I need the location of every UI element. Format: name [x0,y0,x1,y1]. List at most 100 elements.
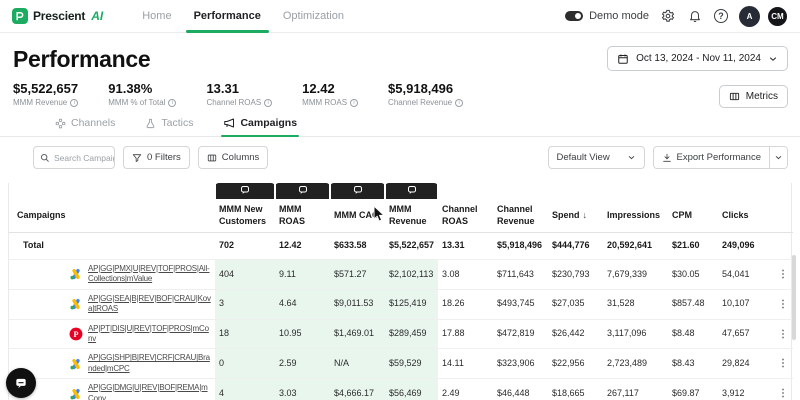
total-cell: $444,776 [552,240,590,251]
total-cell: 12.42 [279,240,302,251]
col-impressions[interactable]: Impressions [603,199,668,234]
cell: 54,041 [718,259,773,290]
export-options-chevron[interactable] [769,147,787,168]
demo-mode-toggle[interactable] [565,11,584,21]
google-ads-icon [69,387,83,400]
cell: 29,824 [718,348,773,379]
settings-gear-icon[interactable] [660,8,676,24]
nav-optimization[interactable]: Optimization [272,0,355,33]
cell: $22,956 [548,348,603,379]
date-range-value: Oct 13, 2024 - Nov 11, 2024 [636,53,761,64]
columns-icon [207,153,217,163]
kpi-label: MMM ROAS [302,98,348,107]
columns-button[interactable]: Columns [197,146,269,169]
mmm-header-bands [9,183,793,199]
col-spend[interactable]: Spend ↓ [548,199,603,234]
tactics-flask-icon [145,118,156,129]
top-nav-actions: Demo mode ? A CM [565,5,788,27]
campaign-link[interactable]: AP|GG|SEA|B|REV|BOF|CRAU|Kova|tROAS [88,294,211,315]
cell: 267,117 [603,378,668,400]
col-channel-revenue[interactable]: Channel Revenue [493,199,548,234]
kpi-label: Channel Revenue [388,98,453,107]
cell: $2,102,113 [385,259,438,290]
filters-button[interactable]: 0 Filters [123,146,190,169]
cell: $46,448 [493,378,548,400]
total-label: Total [23,240,44,251]
cell: 3,117,096 [603,318,668,349]
cell: $289,459 [385,318,438,349]
cell: $59,529 [385,348,438,379]
tab-campaigns[interactable]: Campaigns [221,117,299,137]
date-range-picker[interactable]: Oct 13, 2024 - Nov 11, 2024 [607,46,788,71]
total-cell: $5,522,657 [389,240,435,251]
kpi-value: 13.31 [206,81,239,96]
kpi-value: 12.42 [302,81,335,96]
search-input[interactable] [54,152,114,163]
sort-desc-icon: ↓ [582,209,588,220]
kpi-channel-roas: 13.31 Channel ROAS i [206,81,273,107]
main-nav: Home Performance Optimization [131,0,355,33]
nav-performance[interactable]: Performance [183,0,272,33]
col-mmm-roas[interactable]: MMM ROAS [275,199,330,234]
table-row: P AP|PT|DIS|U|REV|TOF|PROS|mConv 18 10.9… [9,318,794,349]
row-menu-icon[interactable]: ⋮ [778,329,788,340]
table-row: AP|GG|PMX|U|REV|TOF|PROS|All-Collections… [9,259,794,290]
mmm-band-icon [384,183,439,199]
total-cell: 702 [219,240,235,251]
info-icon[interactable]: i [350,98,359,107]
search-campaigns-box[interactable] [33,146,115,169]
metrics-button[interactable]: Metrics [718,85,788,108]
row-menu-icon[interactable]: ⋮ [778,388,788,399]
export-performance-button[interactable]: Export Performance [653,147,769,168]
notifications-bell-icon[interactable] [687,8,703,24]
campaign-link[interactable]: AP|PT|DIS|U|REV|TOF|PROS|mConv [88,324,211,345]
info-icon[interactable]: i [70,98,79,107]
row-menu-icon[interactable]: ⋮ [778,269,788,280]
vertical-scrollbar[interactable] [792,255,796,340]
campaign-link[interactable]: AP|GG|SHP|B|REV|CRF|CRAU|Branded|mCPC [88,353,211,374]
chevron-down-icon [627,153,636,162]
chat-widget[interactable] [6,368,36,398]
info-icon[interactable]: i [168,98,177,107]
row-menu-icon[interactable]: ⋮ [778,358,788,369]
performance-dashboard: Prescient AI Home Performance Optimizatio… [0,0,800,400]
cell: 47,657 [718,318,773,349]
cell: 18.26 [438,288,493,320]
row-menu-icon[interactable]: ⋮ [778,299,788,310]
col-mmm-revenue[interactable]: MMM Revenue [385,199,438,234]
col-mmm-new-customers[interactable]: MMM New Customers [215,199,275,234]
cell: $9,011.53 [330,288,385,320]
info-icon[interactable]: i [455,98,464,107]
cell: 3.08 [438,259,493,290]
tab-tactics[interactable]: Tactics [145,117,193,136]
cell: $8.48 [668,318,718,349]
cell: 3 [215,288,275,320]
col-channel-roas[interactable]: Channel ROAS [438,199,493,234]
col-cpm[interactable]: CPM [668,199,718,234]
kpi-label: MMM Revenue [13,98,68,107]
cell: $69.87 [668,378,718,400]
cell: $26,442 [548,318,603,349]
total-cell: $633.58 [334,240,367,251]
search-icon [40,153,50,163]
kpi-channel-revenue: $5,918,496 Channel Revenue i [388,81,464,107]
cell: 14.11 [438,348,493,379]
col-mmm-cac[interactable]: MMM CAC [330,199,385,234]
campaign-link[interactable]: AP|GG|DMG|U|REV|BOF|REMA|mConv [88,383,211,400]
pinterest-icon: P [69,327,83,341]
help-icon[interactable]: ? [714,9,728,23]
campaign-link[interactable]: AP|GG|PMX|U|REV|TOF|PROS|All-Collections… [88,264,211,285]
nav-home[interactable]: Home [131,0,182,33]
info-icon[interactable]: i [264,98,273,107]
prescient-logo[interactable]: Prescient AI [12,8,103,24]
col-campaigns[interactable]: Campaigns [9,199,215,234]
tab-channels[interactable]: Channels [55,117,115,136]
google-ads-icon [69,357,83,371]
col-clicks[interactable]: Clicks [718,199,773,234]
view-select[interactable]: Default View [547,146,645,169]
avatar-a[interactable]: A [739,5,760,27]
total-row: Total 702 12.42 $633.58 $5,522,657 13.31… [9,233,793,260]
avatar-cm[interactable]: CM [767,5,788,27]
cell: 18 [215,318,275,349]
page-header: Performance Oct 13, 2024 - Nov 11, 2024 [0,33,800,73]
